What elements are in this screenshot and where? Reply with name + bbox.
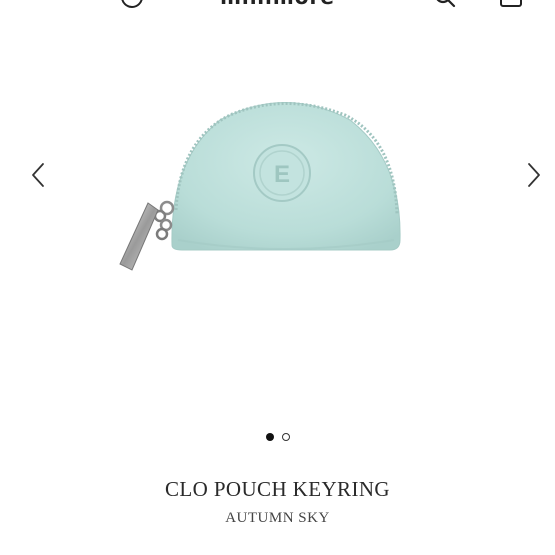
emblem-badge: E <box>253 144 311 202</box>
emblem-letter: E <box>274 161 290 188</box>
carousel-dot-1[interactable] <box>265 433 274 441</box>
top-header: minimore <box>0 0 555 12</box>
product-page: minimore <box>0 0 555 555</box>
search-icon[interactable] <box>434 0 456 8</box>
chevron-right-icon[interactable] <box>518 160 548 190</box>
carousel-indicators <box>0 433 555 445</box>
zipper-pull <box>119 200 175 271</box>
product-image: E <box>119 102 401 271</box>
cart-icon[interactable] <box>499 0 523 8</box>
product-carousel[interactable]: E <box>0 40 555 441</box>
product-color-name: AUTUMN SKY <box>225 510 330 526</box>
carousel-dot-2[interactable] <box>281 433 290 441</box>
product-name: CLO POUCH KEYRING <box>165 477 390 501</box>
brand-logo[interactable]: minimore <box>0 0 555 7</box>
chevron-left-icon[interactable] <box>24 160 54 190</box>
